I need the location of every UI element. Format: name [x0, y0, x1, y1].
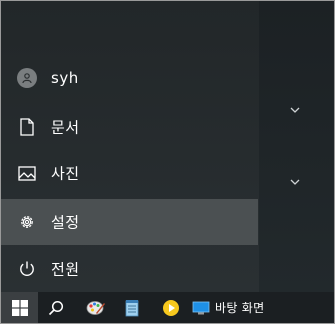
media-player-app-icon	[163, 299, 179, 316]
taskbar: 바탕 화면	[1, 292, 334, 323]
search-button[interactable]	[39, 292, 73, 323]
windows-logo-icon	[11, 299, 28, 316]
menu-item-power[interactable]: 전원	[1, 246, 258, 292]
menu-item-label: 사진	[51, 164, 80, 183]
notepad-app-icon	[125, 299, 139, 316]
user-name: syh	[51, 69, 79, 87]
desktop-icon	[192, 301, 210, 314]
taskbar-app-paint[interactable]	[81, 292, 111, 323]
desktop-label: 바탕 화면	[215, 301, 265, 315]
user-account-item[interactable]: syh	[1, 55, 258, 101]
show-desktop-button[interactable]: 바탕 화면	[192, 292, 264, 323]
picture-icon	[17, 163, 37, 183]
user-avatar-icon	[17, 68, 37, 88]
taskbar-app-notepad[interactable]	[117, 292, 147, 323]
start-menu-window: syh 문서 사진 설정 전원 바탕 화면	[0, 0, 335, 324]
menu-item-documents[interactable]: 문서	[1, 104, 258, 150]
taskbar-app-media-player[interactable]	[156, 292, 186, 323]
gear-icon	[17, 212, 37, 232]
menu-item-settings[interactable]: 설정	[1, 199, 258, 245]
start-button[interactable]	[1, 292, 38, 323]
menu-item-label: 전원	[51, 260, 80, 279]
paint-app-icon	[86, 300, 105, 315]
search-icon	[48, 300, 64, 315]
menu-item-label: 문서	[51, 118, 80, 137]
power-icon	[17, 259, 37, 279]
menu-item-pictures[interactable]: 사진	[1, 150, 258, 196]
start-menu-tiles-pane	[259, 1, 334, 292]
chevron-down-icon[interactable]	[288, 177, 302, 187]
menu-item-label: 설정	[51, 213, 80, 232]
chevron-down-icon[interactable]	[288, 105, 302, 115]
document-icon	[17, 117, 37, 137]
